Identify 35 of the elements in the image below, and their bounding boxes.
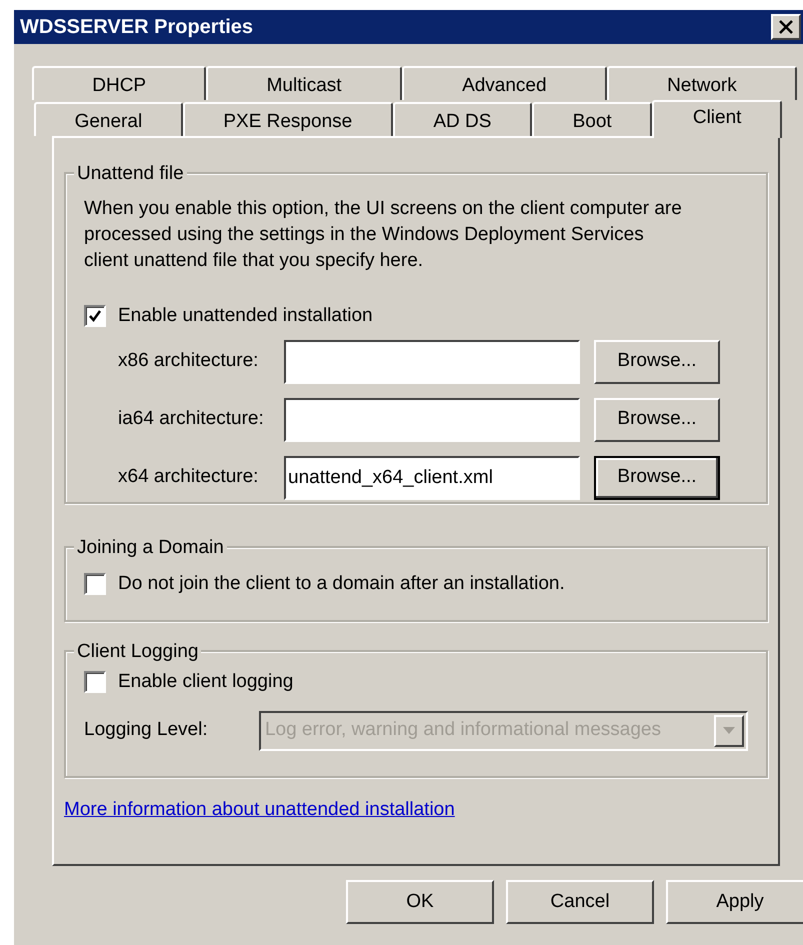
close-button[interactable] [771,14,801,40]
check-icon [88,309,102,324]
tab[interactable]: Network [606,66,798,100]
close-icon [779,20,793,34]
text-field[interactable] [284,398,580,442]
checkbox[interactable] [84,671,106,694]
field-label: Logging Level: [84,718,209,742]
tab[interactable]: Boot [532,102,652,136]
field-label: x86 architecture: [117,349,260,374]
checkbox-label: Do not join the client to a domain after an installation. [118,572,565,596]
browse-button[interactable]: Browse... [594,456,720,500]
checkbox[interactable] [84,305,106,328]
field-label: ia64 architecture: [117,407,265,432]
text-field[interactable] [284,340,580,384]
tab[interactable]: Client [652,100,782,138]
checkbox-label: Enable unattended installation [118,304,373,328]
browse-button[interactable]: Browse... [594,398,720,442]
text-field[interactable]: unattend_x64_client.xml [284,456,580,500]
field-label: x64 architecture: [117,465,260,490]
dialog-button[interactable]: OK [346,880,494,924]
tab[interactable]: Multicast [206,66,402,100]
help-link[interactable]: More information about unattended installation [64,796,455,824]
tab[interactable]: General [34,102,183,136]
dialog-button[interactable]: Cancel [506,880,654,924]
tab[interactable]: Advanced [402,66,607,100]
browse-button[interactable]: Browse... [594,340,720,384]
tab[interactable]: AD DS [392,102,532,136]
tab[interactable]: DHCP [32,66,206,100]
checkbox-label: Enable client logging [118,670,294,694]
window-title: WDSSERVER Properties [20,15,254,40]
description-text: When you enable this option, the UI screens on the client computer are processed using the settings in the Windows Deployment Services client unattend file that you specify here. [84,197,683,273]
dialog-button[interactable]: Apply [666,880,803,924]
dropdown-arrow-icon [723,727,735,734]
checkbox[interactable] [84,573,106,596]
tab[interactable]: PXE Response [182,102,393,136]
